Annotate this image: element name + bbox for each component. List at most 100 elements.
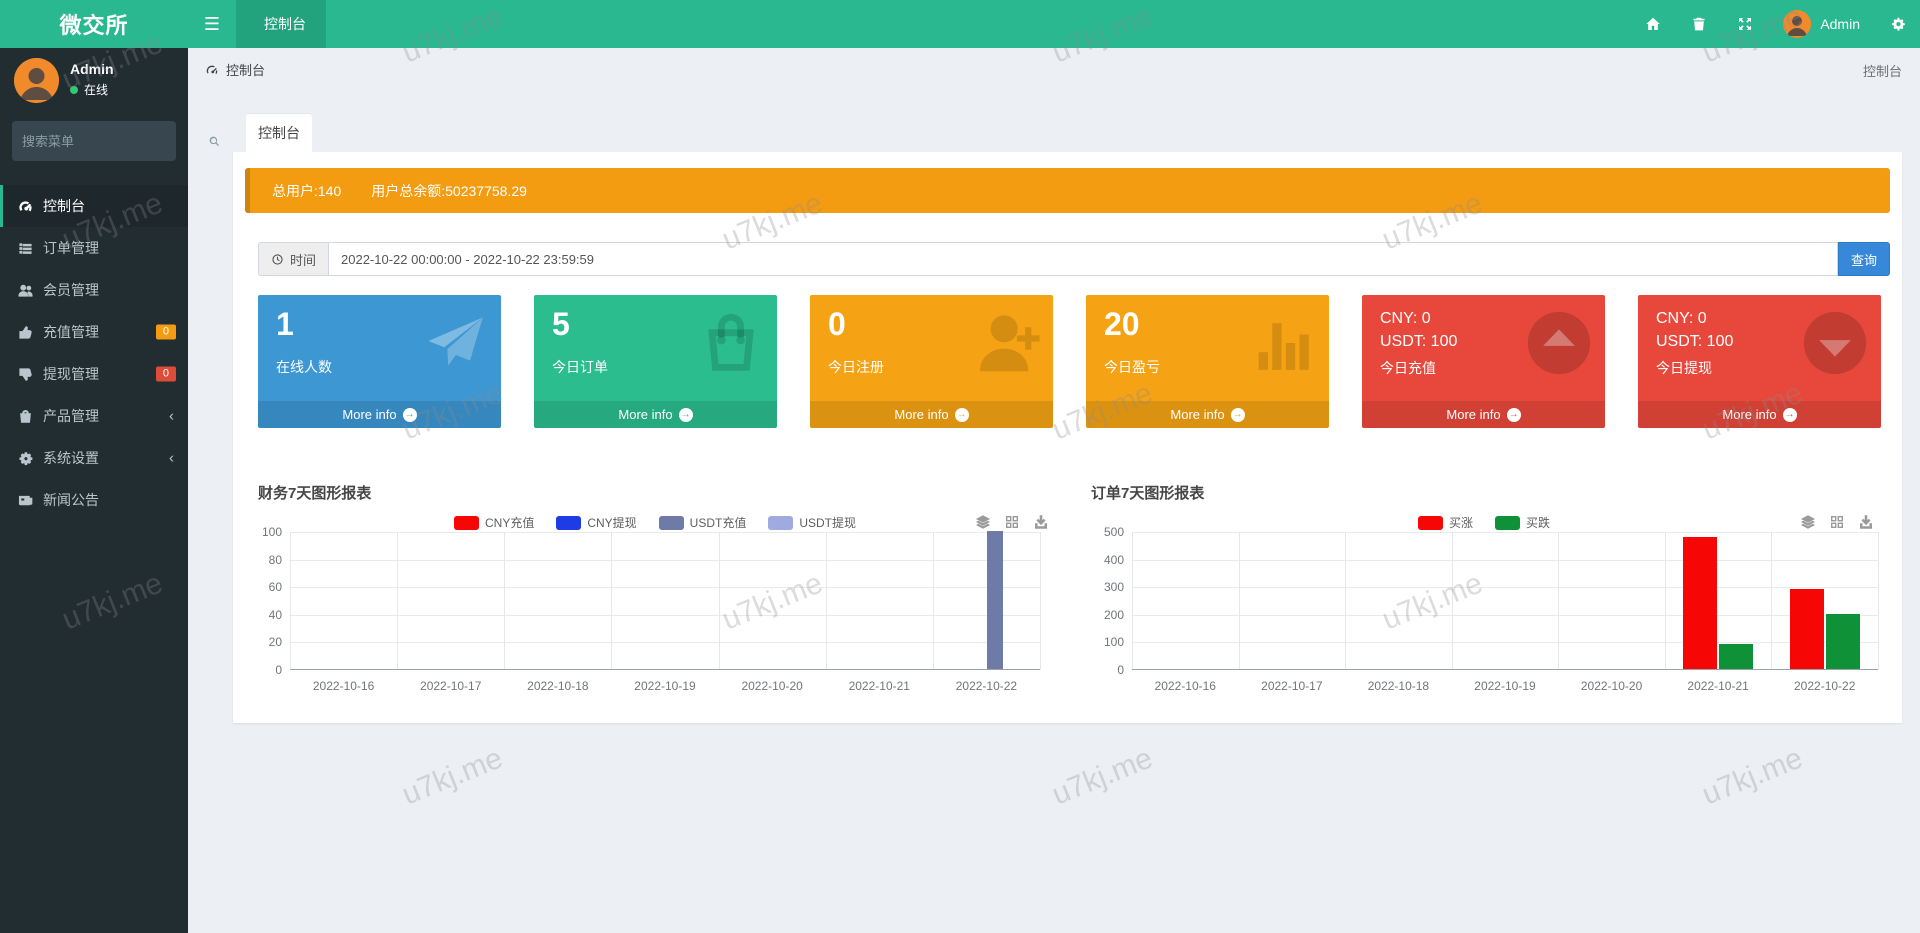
x-axis-line [290,669,1040,670]
legend-swatch [658,515,684,530]
legend-item-USDT提现[interactable]: USDT提现 [768,514,856,531]
layers-icon[interactable] [1800,514,1816,530]
chevron-left-icon: ‹ [169,407,174,425]
app-logo[interactable]: 微交所 [0,0,188,48]
time-range-input[interactable] [328,242,1838,276]
x-axis-tick-label: 2022-10-17 [1261,679,1323,693]
sidebar-item-系统设置[interactable]: 系统设置 ‹ [0,437,188,479]
y-axis-tick-label: 40 [268,607,282,622]
legend-item-买跌[interactable]: 买跌 [1495,514,1550,531]
info-boxes-row: 1 在线人数 More info → 5 今日订单 More info → 0 今日注册 More … [258,295,1890,428]
chart-plot-area [290,531,1041,670]
y-axis-tick-label: 0 [1117,663,1124,677]
sidebar-item-label: 产品管理 [43,408,99,424]
chart-title: 财务7天图形报表 [258,485,372,502]
chart-plot-area [1132,532,1879,670]
legend-item-CNY充值[interactable]: CNY充值 [453,514,534,531]
sidebar-item-产品管理[interactable]: 产品管理 ‹ [0,395,188,437]
top-navbar: 微交所 ☰ 控制台 Admin [0,0,1920,48]
download-icon[interactable] [1033,514,1049,530]
bar-chart-icon [1249,309,1317,377]
fullscreen-icon[interactable] [1737,16,1753,32]
query-button[interactable]: 查询 [1838,242,1890,276]
info-box-今日订单: 5 今日订单 More info → [534,295,777,428]
trash-icon[interactable] [1691,16,1707,32]
x-axis-tick-label: 2022-10-20 [741,679,803,693]
info-box-在线人数: 1 在线人数 More info → [258,295,501,428]
bar-买跌-2022-10-22 [1825,613,1860,669]
sidebar-item-会员管理[interactable]: 会员管理 [0,269,188,311]
gridline [504,532,506,670]
arrow-circle-right-icon: → [1506,407,1521,422]
sidebar-item-充值管理[interactable]: 充值管理 0 [0,311,188,353]
download-icon[interactable] [1858,514,1874,530]
avatar [1783,10,1812,38]
navbar-tab-dashboard[interactable]: 控制台 [236,0,326,48]
sidebar-item-控制台[interactable]: 控制台 [0,185,188,227]
more-info-link[interactable]: More info → [1638,401,1881,428]
more-info-label: More info [1170,407,1225,422]
y-axis-tick-label: 500 [1103,525,1124,539]
more-info-label: More info [1722,407,1777,422]
more-info-link[interactable]: More info → [258,401,501,428]
more-info-link[interactable]: More info → [1086,401,1329,428]
y-axis-tick-label: 0 [275,663,282,677]
users-icon [18,283,33,298]
legend-label: USDT提现 [799,516,857,530]
gridline [1132,532,1133,670]
legend-swatch [1417,515,1443,530]
legend-item-CNY提现[interactable]: CNY提现 [556,514,637,531]
tab-dashboard[interactable]: 控制台 [246,114,312,152]
y-axis-tick-label: 400 [1103,552,1124,567]
gridline [1451,532,1453,670]
layers-icon[interactable] [975,514,991,530]
search-input[interactable] [12,133,208,149]
home-icon[interactable] [1645,16,1661,32]
search-icon[interactable] [208,135,231,148]
time-filter-addon: 时间 [258,242,329,276]
legend-swatch [453,515,479,530]
breadcrumb-current[interactable]: 控制台 [205,60,265,79]
gridline [290,614,1040,616]
gridline [1878,532,1879,670]
settings-gears-icon[interactable] [1890,16,1906,32]
legend-label: 买涨 [1448,516,1473,530]
more-info-link[interactable]: More info → [810,401,1053,428]
gridline [290,587,1040,589]
legend-item-USDT充值[interactable]: USDT充值 [658,514,746,531]
sidebar-item-label: 系统设置 [43,450,99,466]
chart-legend: 买涨 买跌 [1078,514,1890,531]
x-axis-tick-label: 2022-10-22 [955,679,1018,693]
list-icon [18,241,33,256]
sidebar-item-提现管理[interactable]: 提现管理 0 [0,353,188,395]
gridline [397,532,399,670]
total-balance-label: 用户总余额:50237758.29 [371,182,527,199]
info-box-今日充值: CNY: 0 USDT: 100 今日充值 More info → [1362,295,1605,428]
sidebar-toggle-button[interactable]: ☰ [188,0,236,48]
x-axis-tick-label: 2022-10-19 [1474,679,1536,693]
navbar-right-controls: Admin [1645,0,1906,48]
info-box-今日盈亏: 20 今日盈亏 More info → [1086,295,1329,428]
legend-swatch [1495,515,1520,530]
gridline [932,532,934,670]
user-plus-icon [973,309,1041,377]
y-axis-tick-label: 300 [1103,580,1124,595]
sidebar-item-新闻公告[interactable]: 新闻公告 [0,479,188,521]
chart-title: 订单7天图形报表 [1091,485,1205,502]
more-info-link[interactable]: More info → [1362,401,1605,428]
legend-label: 买跌 [1526,516,1551,530]
grid-icon[interactable] [1829,514,1845,530]
more-info-link[interactable]: More info → [534,401,777,428]
sidebar-item-label: 控制台 [43,198,85,214]
chart-toolbox [1800,514,1874,530]
sidebar-item-订单管理[interactable]: 订单管理 [0,227,188,269]
x-axis-tick-label: 2022-10-16 [1154,679,1216,693]
gridline [825,532,827,670]
grid-icon[interactable] [1004,514,1020,530]
user-menu[interactable]: Admin [1783,10,1860,38]
gridline [290,559,1040,561]
clock-icon [271,253,284,266]
info-box-今日提现: CNY: 0 USDT: 100 今日提现 More info → [1638,295,1881,428]
legend-item-买涨[interactable]: 买涨 [1417,514,1473,531]
x-axis-tick-label: 2022-10-22 [1794,679,1856,693]
